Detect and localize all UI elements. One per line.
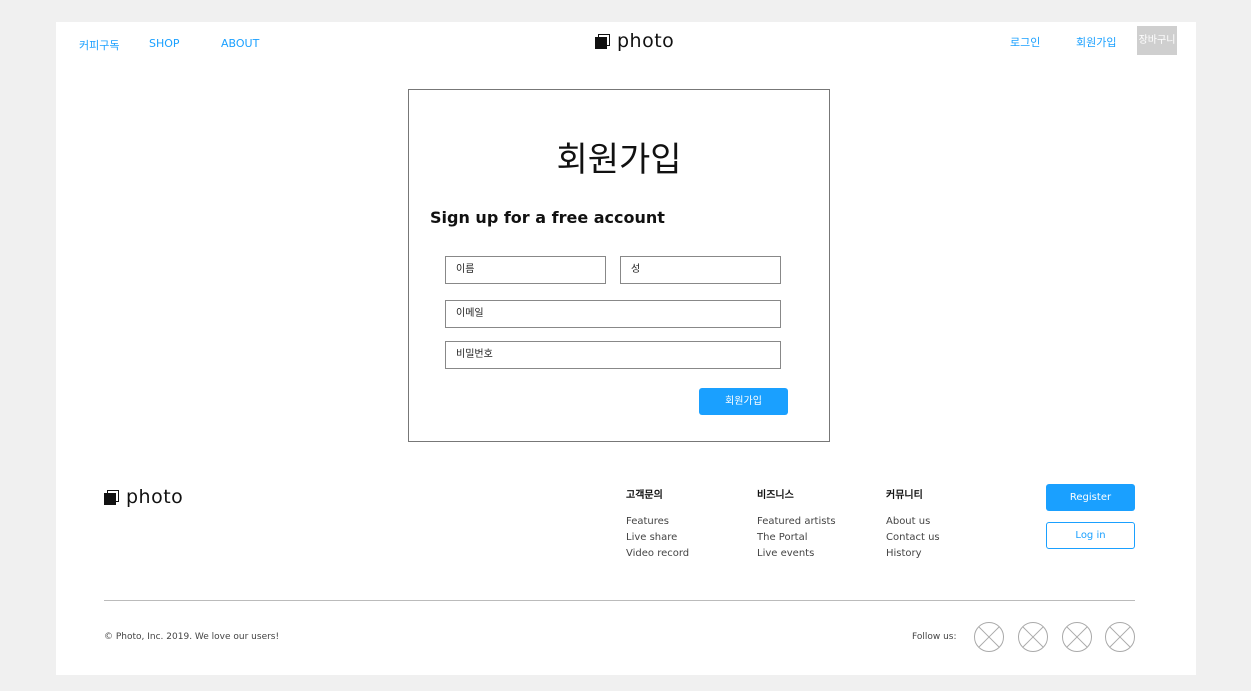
nav-about[interactable]: ABOUT — [221, 37, 259, 50]
signup-title: 회원가입 — [556, 140, 682, 180]
email-field[interactable]: 이메일 — [445, 300, 781, 328]
footer-column-heading: 비즈니스 — [757, 490, 794, 501]
signup-submit-button[interactable]: 회원가입 — [699, 388, 788, 415]
social-placeholder-icon[interactable] — [1062, 622, 1092, 652]
footer-link-contact-us[interactable]: Contact us — [886, 530, 940, 546]
signup-subtitle: Sign up for a free account — [430, 208, 665, 227]
login-link[interactable]: 로그인 — [1010, 34, 1040, 50]
footer-link-the-portal[interactable]: The Portal — [757, 530, 836, 546]
footer-logo-text: photo — [126, 486, 184, 508]
footer-logo[interactable]: photo — [104, 486, 183, 508]
social-placeholder-icon[interactable] — [1105, 622, 1135, 652]
footer-column-support: 고객문의 Features Live share Video record — [626, 486, 689, 562]
footer-link-features[interactable]: Features — [626, 514, 689, 530]
footer-link-about-us[interactable]: About us — [886, 514, 940, 530]
header-logo[interactable]: photo — [595, 30, 674, 52]
signup-link[interactable]: 회원가입 — [1076, 34, 1116, 50]
footer-divider — [104, 600, 1135, 601]
footer-link-live-share[interactable]: Live share — [626, 530, 689, 546]
nav-shop[interactable]: SHOP — [149, 37, 180, 50]
footer-link-live-events[interactable]: Live events — [757, 546, 836, 562]
social-placeholder-icon[interactable] — [974, 622, 1004, 652]
social-placeholder-icon[interactable] — [1018, 622, 1048, 652]
footer-column-business: 비즈니스 Featured artists The Portal Live ev… — [757, 486, 836, 562]
nav-coffee-subscription[interactable]: 커피구독 — [79, 37, 119, 53]
footer-link-featured-artists[interactable]: Featured artists — [757, 514, 836, 530]
logo-icon — [104, 489, 119, 505]
logo-icon — [595, 33, 610, 49]
cart-button[interactable]: 장바구니 — [1137, 26, 1177, 55]
page-container: 커피구독 SHOP ABOUT photo 로그인 회원가입 장바구니 회원가입… — [56, 22, 1196, 675]
copyright-text: © Photo, Inc. 2019. We love our users! — [104, 632, 280, 642]
signup-card: 회원가입 Sign up for a free account 이름 성 이메일… — [408, 89, 830, 442]
last-name-field[interactable]: 성 — [620, 256, 781, 284]
footer-column-community: 커뮤니티 About us Contact us History — [886, 486, 940, 562]
footer-column-heading: 커뮤니티 — [886, 490, 923, 501]
follow-us-label: Follow us: — [912, 632, 957, 642]
first-name-field[interactable]: 이름 — [445, 256, 606, 284]
password-field[interactable]: 비밀번호 — [445, 341, 781, 369]
footer-column-heading: 고객문의 — [626, 490, 663, 501]
footer-link-video-record[interactable]: Video record — [626, 546, 689, 562]
footer-login-button[interactable]: Log in — [1046, 522, 1135, 549]
register-button[interactable]: Register — [1046, 484, 1135, 511]
footer-link-history[interactable]: History — [886, 546, 940, 562]
header-logo-text: photo — [617, 30, 675, 52]
